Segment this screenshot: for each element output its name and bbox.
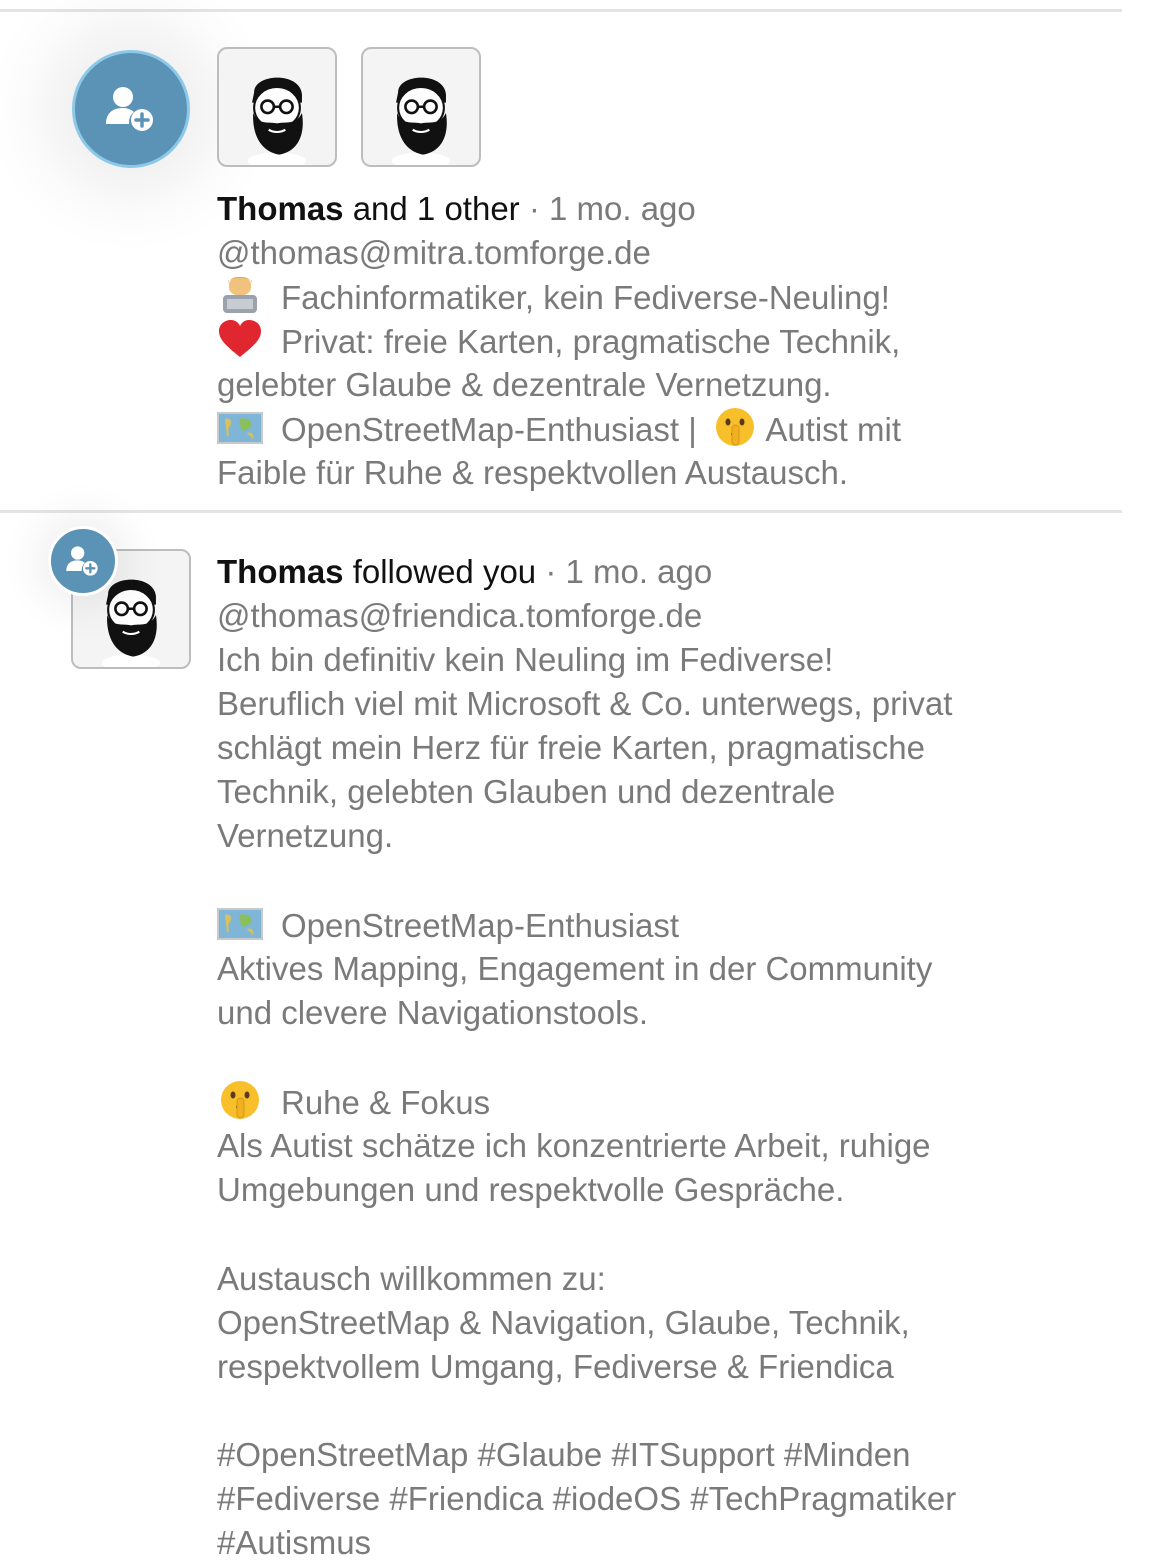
follow-notification-badge (48, 526, 118, 596)
actor-name[interactable]: Thomas (217, 190, 344, 227)
person-add-icon (66, 546, 98, 576)
bio-exchange: Austausch willkommen zu: OpenStreetMap &… (217, 1260, 910, 1385)
notification-2-header[interactable]: Thomas followed you · 1 mo. ago (217, 550, 712, 594)
shushing-face-emoji (217, 1080, 263, 1120)
bearded-man-avatar (247, 77, 307, 165)
follow-notification-badge (72, 50, 190, 168)
bio-line: gelebter Glaube & dezentrale Vernetzung. (217, 366, 832, 403)
account-handle[interactable]: @thomas@friendica.tomforge.de (217, 594, 702, 638)
bio-line: Faible für Ruhe & respektvollen Austausc… (217, 454, 849, 491)
bio-line: Privat: freie Karten, pragmatische Techn… (217, 319, 900, 364)
timestamp: · 1 mo. ago (536, 553, 713, 590)
technologist-emoji (217, 275, 263, 315)
avatar-thumbnail-2[interactable] (361, 47, 481, 167)
bio-section-title: OpenStreetMap-Enthusiast (217, 903, 679, 948)
bio-line: OpenStreetMap-Enthusiast | Autist mit (217, 407, 901, 452)
red-heart-emoji (217, 319, 263, 359)
notification-1-header[interactable]: Thomas and 1 other · 1 mo. ago (217, 187, 696, 231)
bio-intro: Ich bin definitiv kein Neuling im Fedive… (217, 641, 953, 854)
notification-divider (0, 510, 1122, 513)
avatar-thumbnail-1[interactable] (217, 47, 337, 167)
timestamp: · 1 mo. ago (519, 190, 696, 227)
actor-suffix: followed you (343, 553, 537, 590)
world-map-emoji (217, 903, 263, 943)
bio-osm-text: Aktives Mapping, Engagement in der Commu… (217, 950, 933, 1031)
bio-hashtags[interactable]: #OpenStreetMap #Glaube #ITSupport #Minde… (217, 1433, 956, 1565)
bio-line: Fachinformatiker, kein Fediverse-Neuling… (217, 275, 890, 320)
bearded-man-avatar (391, 77, 451, 165)
bio-calm-text: Als Autist schätze ich konzentrierte Arb… (217, 1127, 931, 1208)
top-divider (0, 9, 1122, 12)
actor-name[interactable]: Thomas (217, 553, 344, 590)
account-handle[interactable]: @thomas@mitra.tomforge.de (217, 231, 651, 275)
bio-section-title: Ruhe & Fokus (217, 1080, 490, 1125)
person-add-icon (106, 87, 153, 131)
actor-suffix: and 1 other (343, 190, 520, 227)
world-map-emoji (217, 407, 263, 447)
shushing-face-emoji (712, 407, 758, 447)
